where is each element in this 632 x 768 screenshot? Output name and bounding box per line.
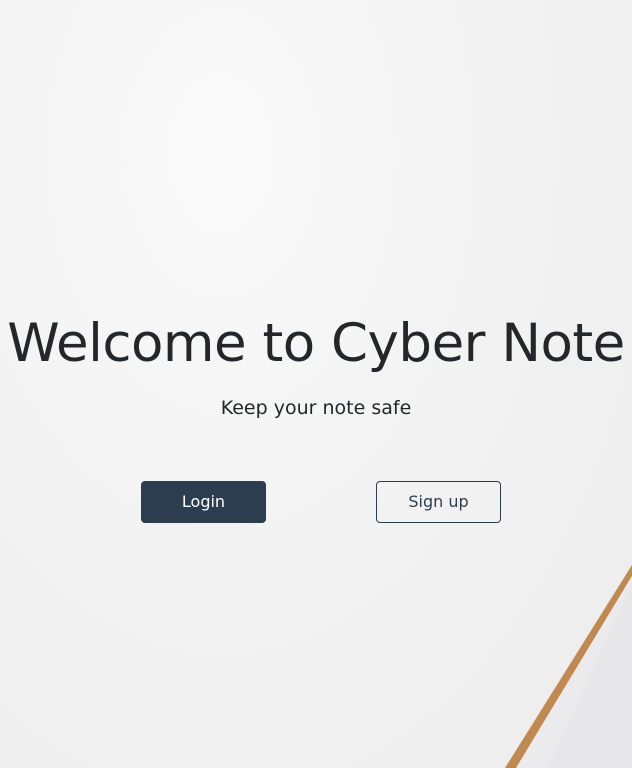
- notebook-corner-decoration: [505, 565, 632, 768]
- login-button[interactable]: Login: [141, 481, 266, 523]
- signup-button[interactable]: Sign up: [376, 481, 501, 523]
- page-subtitle: Keep your note safe: [220, 397, 412, 419]
- page-title: Welcome to Cyber Note: [7, 313, 625, 374]
